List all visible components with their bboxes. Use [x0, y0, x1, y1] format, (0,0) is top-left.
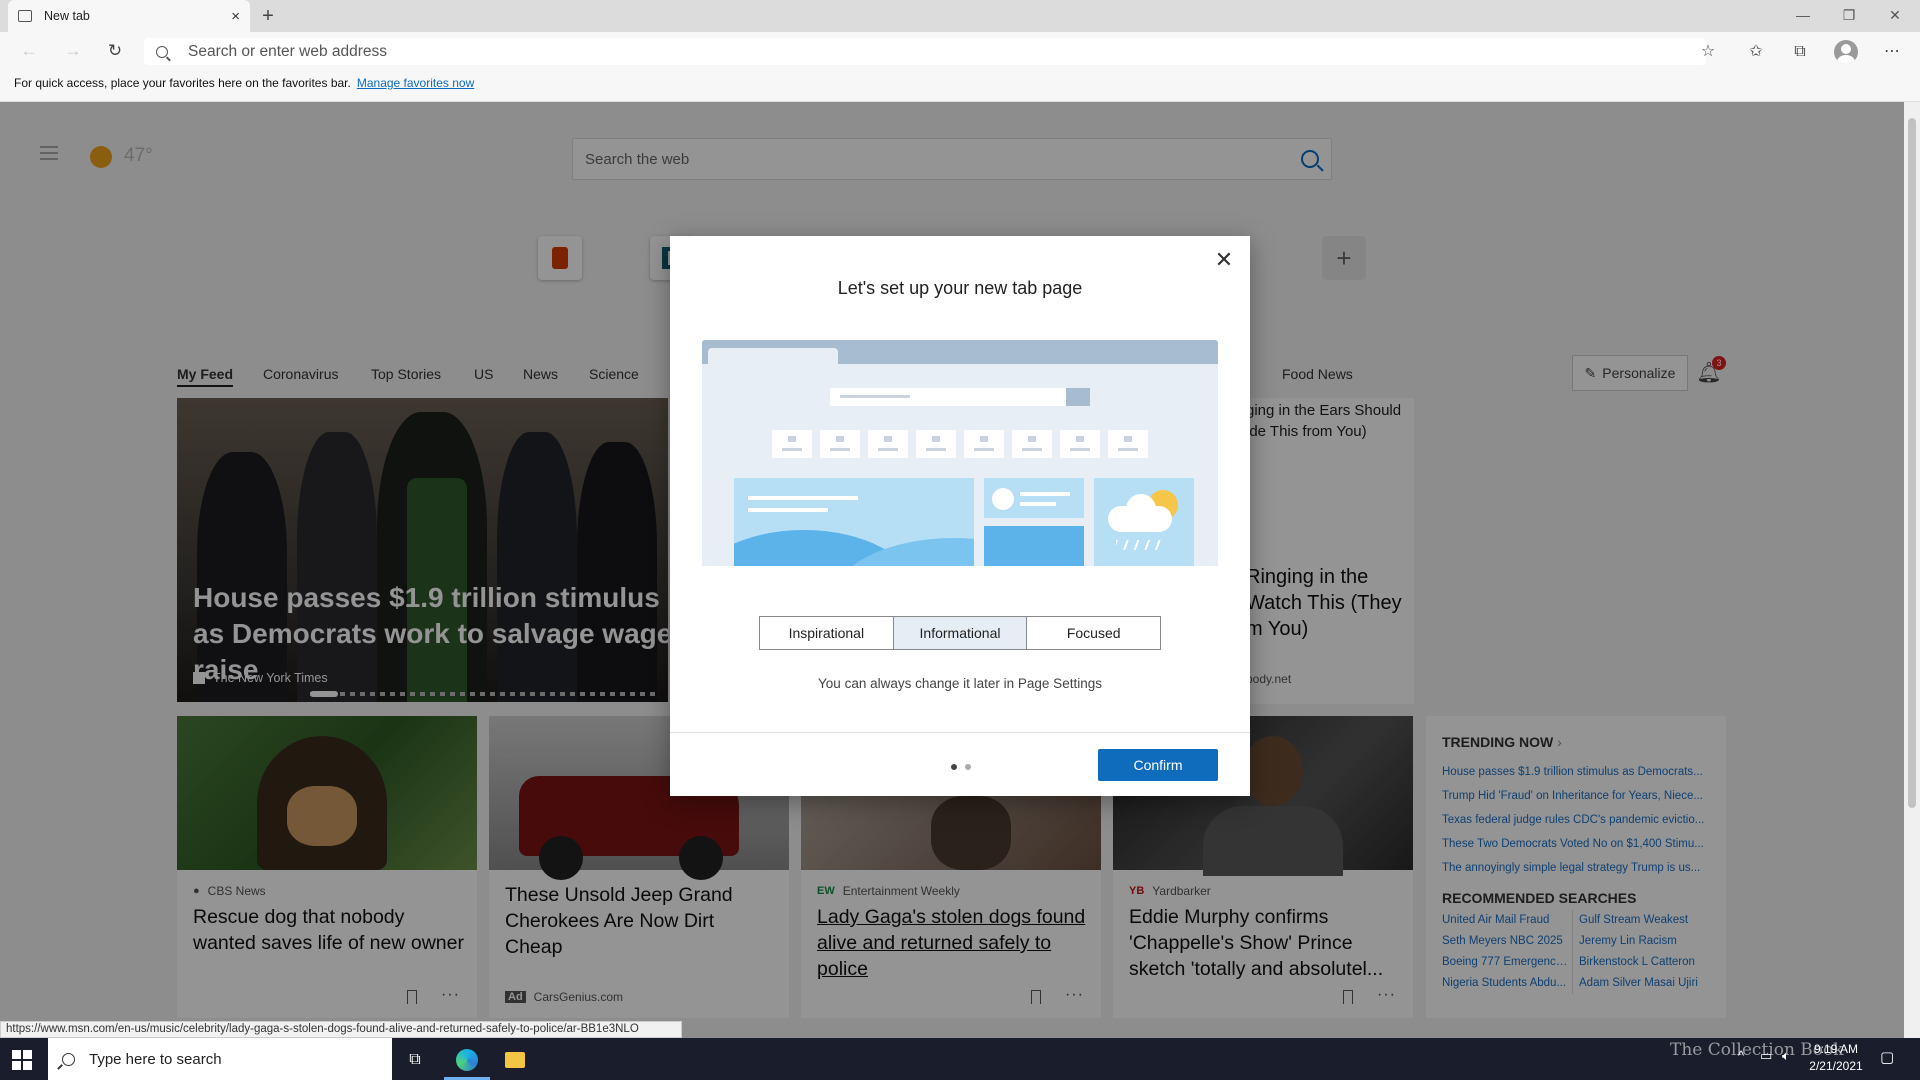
search-icon	[62, 1052, 75, 1066]
tray-chevron-icon[interactable]: ^	[1738, 1048, 1744, 1063]
illustration-edge	[670, 566, 1250, 580]
layout-preview-illustration	[702, 340, 1218, 578]
layout-option-group: Inspirational Informational Focused	[759, 616, 1161, 650]
file-explorer-taskbar-button[interactable]	[492, 1040, 538, 1080]
dialog-title: Let's set up your new tab page	[837, 278, 1083, 298]
windows-logo-icon[interactable]	[12, 1050, 32, 1070]
tab-title: New tab	[44, 9, 90, 23]
option-focused[interactable]: Focused	[1026, 617, 1160, 649]
close-icon[interactable]: ✕	[1212, 248, 1236, 272]
option-informational[interactable]: Informational	[892, 617, 1027, 649]
taskbar-search-placeholder: Type here to search	[89, 1050, 222, 1068]
edge-taskbar-button[interactable]	[444, 1040, 490, 1080]
taskbar-clock[interactable]: 9:19 AM 2/21/2021	[1800, 1041, 1872, 1075]
option-inspirational[interactable]: Inspirational	[760, 617, 893, 649]
more-icon[interactable]: ⋯	[1878, 40, 1906, 64]
file-explorer-icon	[505, 1052, 525, 1068]
confirm-button[interactable]: Confirm	[1098, 749, 1218, 781]
dialog-divider	[670, 732, 1250, 733]
back-icon[interactable]: ←	[14, 40, 44, 62]
favorites-bar: For quick access, place your favorites h…	[0, 70, 1920, 102]
taskbar-search-box[interactable]: Type here to search	[48, 1038, 392, 1080]
clock-time: 9:19 AM	[1813, 1042, 1859, 1056]
dialog-hint: You can always change it later in Page S…	[818, 676, 1102, 691]
network-icon[interactable]: ▭	[1760, 1048, 1772, 1064]
tab-favicon-icon	[18, 10, 32, 22]
status-url: https://www.msn.com/en-us/music/celebrit…	[0, 1021, 682, 1038]
browser-titlebar	[0, 0, 1920, 32]
address-bar[interactable]: Search or enter web address	[144, 38, 1706, 65]
refresh-icon[interactable]: ↻	[100, 40, 130, 62]
minimize-icon[interactable]: —	[1780, 0, 1826, 32]
notifications-icon[interactable]: ▢	[1880, 1048, 1894, 1066]
collections-icon[interactable]: ⧉	[1786, 40, 1814, 64]
profile-icon[interactable]	[1834, 40, 1858, 64]
tab-close-icon[interactable]: ×	[231, 8, 240, 25]
page-indicator	[951, 764, 979, 770]
setup-dialog: ✕ Let's set up your new tab page Inspira…	[670, 236, 1250, 796]
page-dot-active	[951, 764, 957, 770]
favorites-icon[interactable]: ✩	[1742, 40, 1770, 64]
task-view-icon[interactable]: ⧉	[392, 1040, 438, 1080]
scrollbar-thumb[interactable]	[1908, 118, 1916, 808]
forward-icon[interactable]: →	[58, 40, 88, 62]
edge-icon	[456, 1049, 478, 1071]
restore-icon[interactable]: ❐	[1826, 0, 1872, 32]
new-tab-button[interactable]: +	[256, 4, 280, 28]
address-placeholder: Search or enter web address	[188, 42, 388, 60]
window-close-icon[interactable]: ✕	[1872, 0, 1918, 32]
add-favorite-icon[interactable]: ☆	[1694, 40, 1722, 64]
cloud-icon	[1108, 494, 1172, 532]
search-icon	[156, 45, 168, 58]
clock-date: 2/21/2021	[1809, 1059, 1863, 1073]
favorites-hint: For quick access, place your favorites h…	[14, 76, 351, 90]
manage-favorites-link[interactable]: Manage favorites now	[357, 76, 474, 90]
page-dot	[965, 764, 971, 770]
volume-icon[interactable]: 🔈︎	[1782, 1048, 1790, 1064]
browser-tab-new-tab[interactable]: New tab ×	[8, 0, 250, 32]
